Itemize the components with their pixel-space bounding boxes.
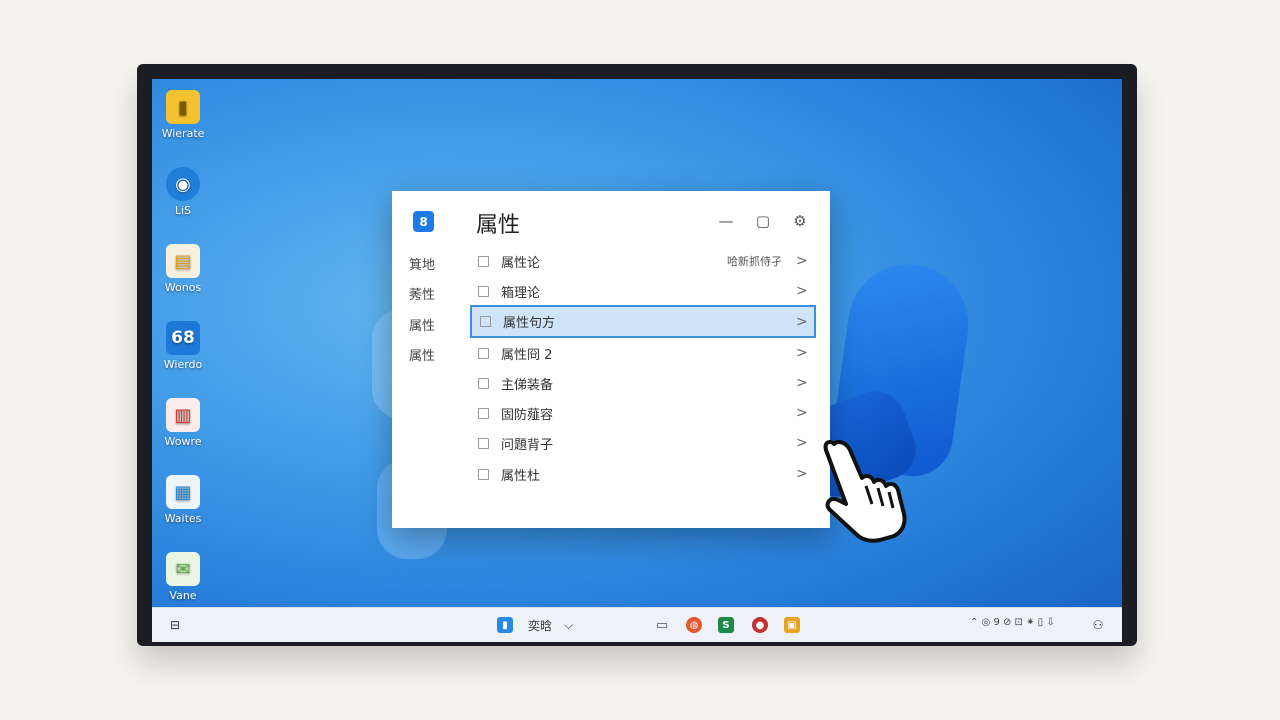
list-item-label: 问題背子 <box>501 437 554 453</box>
pinned-folder-app[interactable]: ▣ <box>784 616 800 634</box>
pinned-game-app[interactable]: ● <box>752 616 768 634</box>
spreadsheet-icon: ▤ <box>166 244 200 278</box>
list-item[interactable]: 问題背子 > <box>470 428 814 458</box>
list-item-selected[interactable]: 属性句方 > <box>470 305 816 338</box>
chevron-right-icon: > <box>796 466 808 482</box>
chevron-right-icon: > <box>796 313 808 330</box>
desktop-icon-wierate[interactable]: ▮ Wierate <box>152 90 214 140</box>
checkbox[interactable] <box>478 468 489 480</box>
pinned-sheet-app[interactable]: S <box>718 616 734 634</box>
desktop-icon-label: Vane <box>169 589 197 602</box>
list-item-label: 属性句方 <box>503 316 556 331</box>
checkbox[interactable] <box>478 407 489 419</box>
system-tray[interactable]: ⌃ ◎ 9 ⊘ ⊡ ⁕ ▯ ⇩ <box>970 617 1055 628</box>
desktop-icon-wierdo[interactable]: 68 Wierdo <box>152 321 214 371</box>
game-app-icon: ● <box>752 617 768 633</box>
start-icon: ▮ <box>497 617 513 633</box>
user-icon[interactable]: ⚇ <box>1090 616 1106 634</box>
list-item[interactable]: 箱理论 > <box>470 276 814 306</box>
document-red-icon: ▥ <box>166 398 200 432</box>
desktop-icon-label: Waites <box>164 512 202 525</box>
desktop-icon-label: Wonos <box>164 281 202 294</box>
folder-zip-icon: ▮ <box>166 90 200 124</box>
desktop-icon-wonos[interactable]: ▤ Wonos <box>152 244 214 294</box>
chevron-right-icon: > <box>796 375 808 391</box>
sidebar-item-4[interactable]: 属性 <box>409 345 435 364</box>
search-label[interactable]: 奕晗 <box>528 616 552 634</box>
checkbox[interactable] <box>478 437 489 449</box>
checkbox[interactable] <box>480 316 491 327</box>
close-button[interactable]: ⚙ <box>788 209 812 233</box>
browser-icon: ◍ <box>686 617 702 633</box>
chevron-right-icon: > <box>796 253 808 269</box>
media-player-icon: ◉ <box>166 167 200 201</box>
desktop-icon-wowre[interactable]: ▥ Wowre <box>152 398 214 448</box>
chevron-right-icon: > <box>796 405 808 421</box>
list-item[interactable]: 主俤装备 > <box>470 368 814 398</box>
list-item[interactable]: 属性冏 2 > <box>470 338 814 368</box>
number-tile-icon: 68 <box>166 321 200 355</box>
desktop-icon-label: Wierdo <box>163 358 203 371</box>
desktop-icon-label: Wierate <box>161 127 205 140</box>
desktop-icon-vane[interactable]: ✉ Vane <box>152 552 214 602</box>
start-button[interactable]: ▮ <box>497 616 513 634</box>
folder-app-icon: ▣ <box>784 617 800 633</box>
list-item-label: 属性论 <box>501 255 541 271</box>
sheet-app-icon: S <box>718 617 734 633</box>
sidebar-item-1[interactable]: 箕地 <box>409 254 435 273</box>
checkbox[interactable] <box>478 285 489 297</box>
widgets-icon[interactable]: ⊟ <box>166 616 184 634</box>
taskbar: ⊟ ▮ 奕晗 ⌵ ▭ ◍ S ● ▣ ⌃ ◎ 9 ⊘ ⊡ ⁕ ▯ ⇩ ⚇ <box>152 607 1122 642</box>
list-item-label: 箱理论 <box>501 285 541 301</box>
checkbox[interactable] <box>478 347 489 359</box>
table-doc-icon: ▦ <box>166 475 200 509</box>
pinned-browser-app[interactable]: ◍ <box>686 616 702 634</box>
list-item-detail: 哈新抓侍孑 <box>727 255 782 268</box>
pinned-window-app[interactable]: ▭ <box>654 616 670 634</box>
desktop-icon-lis[interactable]: ◉ LiS <box>152 167 214 217</box>
chevron-right-icon: > <box>796 435 808 451</box>
checkbox[interactable] <box>478 255 489 267</box>
desktop-icon-label: LiS <box>174 204 192 217</box>
list-item[interactable]: 固防薤容 > <box>470 398 814 428</box>
chevron-right-icon: > <box>796 345 808 361</box>
desktop-icon-label: Wowre <box>164 435 202 448</box>
maximize-button[interactable]: ▢ <box>751 209 775 233</box>
sidebar-item-3[interactable]: 属性 <box>409 315 435 334</box>
sidebar-item-2[interactable]: 莠性 <box>409 284 435 303</box>
list-item[interactable]: 属性论 哈新抓侍孑 > <box>470 246 814 276</box>
checkbox[interactable] <box>478 377 489 389</box>
list-item-label: 属性冏 2 <box>501 347 553 363</box>
window-title: 属性 <box>476 213 521 238</box>
chat-bubble-icon: ✉ <box>166 552 200 586</box>
desktop[interactable]: ▮ Wierate ◉ LiS ▤ Wonos 68 Wierdo ▥ Wowr… <box>152 79 1122 642</box>
chevron-right-icon: > <box>796 283 808 299</box>
monitor-frame: ▮ Wierate ◉ LiS ▤ Wonos 68 Wierdo ▥ Wowr… <box>137 64 1137 646</box>
app-icon: 8 <box>413 211 434 232</box>
hand-cursor-icon <box>823 440 907 543</box>
list-item-label: 属性杜 <box>501 468 541 484</box>
desktop-icon-waites[interactable]: ▦ Waites <box>152 475 214 525</box>
list-item-label: 主俤装备 <box>501 377 554 393</box>
minimize-button[interactable]: — <box>714 209 738 233</box>
chevron-down-icon[interactable]: ⌵ <box>564 616 573 634</box>
window-icon: ▭ <box>655 617 669 633</box>
list-item-label: 固防薤容 <box>501 407 554 423</box>
properties-window: 8 属性 — ▢ ⚙ 箕地 莠性 属性 属性 属性论 哈新抓侍孑 > 箱理论 > <box>392 191 830 528</box>
list-item[interactable]: 属性杜 > <box>470 459 814 489</box>
